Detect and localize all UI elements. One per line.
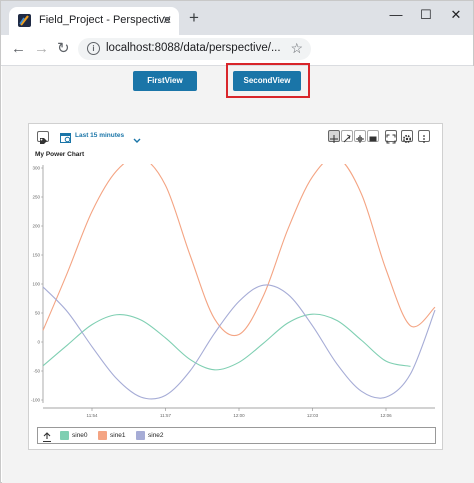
- chart-legend: sine0 sine1 sine2: [37, 427, 436, 444]
- forward-button[interactable]: →: [34, 40, 49, 58]
- url-text: localhost:8088/data/perspective/...: [106, 42, 281, 54]
- power-chart-plot[interactable]: 300 250 200 150 100 50 0 -50 -100 11:54 11:57 12:0…: [29, 164, 442, 424]
- site-info-icon[interactable]: i: [87, 42, 100, 55]
- tab-close-icon[interactable]: ✕: [162, 13, 172, 27]
- x-tick-label: 11:54: [87, 413, 98, 418]
- maximize-button[interactable]: ☐: [412, 5, 440, 25]
- pan-tool-icon[interactable]: [328, 130, 340, 143]
- legend-label-sine2: sine2: [148, 432, 164, 439]
- y-tick-label: 0: [37, 340, 40, 345]
- more-options-icon[interactable]: [418, 130, 430, 143]
- power-chart-card: Last 15 minutes My Power Chart 300 250 2…: [28, 123, 443, 450]
- tab-title: Field_Project - Perspective: [39, 14, 171, 26]
- reload-button[interactable]: ↻: [57, 40, 70, 58]
- fullscreen-icon[interactable]: [385, 130, 397, 144]
- y-tick-label: 200: [32, 224, 40, 229]
- x-tick-label: 11:57: [160, 413, 171, 418]
- chevron-down-icon[interactable]: [133, 131, 141, 149]
- browser-tab[interactable]: Field_Project - Perspective ✕: [9, 7, 179, 35]
- zoom-x-icon[interactable]: [341, 130, 353, 143]
- new-tab-button[interactable]: +: [189, 9, 199, 26]
- y-tick-label: 250: [32, 195, 40, 200]
- y-tick-label: 150: [32, 253, 40, 258]
- y-tick-label: -50: [33, 369, 40, 374]
- browser-window: Field_Project - Perspective ✕ + — ☐ ✕ ← …: [0, 0, 474, 483]
- address-bar[interactable]: i localhost:8088/data/perspective/... ☆: [78, 38, 311, 60]
- legend-swatch-sine2: [136, 431, 145, 440]
- x-tick-label: 12:06: [380, 413, 392, 418]
- address-toolbar: ← → ↻ i localhost:8088/data/perspective/…: [1, 35, 473, 66]
- box-zoom-icon[interactable]: [367, 130, 379, 142]
- back-button[interactable]: ←: [11, 40, 26, 58]
- perspective-favicon-icon: [18, 14, 31, 27]
- page-content: FirstView SecondView Last 15 minutes My …: [2, 63, 474, 483]
- y-tick-label: 100: [32, 282, 40, 287]
- bookmark-star-icon[interactable]: ☆: [290, 40, 303, 57]
- second-view-button[interactable]: SecondView: [233, 71, 301, 91]
- time-range-label[interactable]: Last 15 minutes: [75, 132, 124, 139]
- tag-icon[interactable]: [37, 131, 49, 144]
- y-tick-label: -100: [31, 398, 41, 403]
- legend-swatch-sine0: [60, 431, 69, 440]
- gear-icon[interactable]: [401, 130, 413, 144]
- export-icon[interactable]: [42, 430, 52, 448]
- tab-strip: Field_Project - Perspective ✕ + — ☐ ✕: [1, 1, 473, 35]
- close-window-button[interactable]: ✕: [442, 5, 470, 25]
- x-tick-label: 12:00: [233, 413, 245, 418]
- chart-title: My Power Chart: [35, 151, 85, 158]
- zoom-y-icon[interactable]: [354, 130, 366, 143]
- legend-label-sine0: sine0: [72, 432, 88, 439]
- legend-swatch-sine1: [98, 431, 107, 440]
- y-tick-label: 300: [32, 166, 40, 171]
- legend-label-sine1: sine1: [110, 432, 126, 439]
- minimize-button[interactable]: —: [382, 5, 410, 25]
- first-view-button[interactable]: FirstView: [133, 71, 197, 91]
- calendar-icon[interactable]: [60, 130, 71, 148]
- y-tick-label: 50: [35, 311, 41, 316]
- x-tick-label: 12:03: [307, 413, 319, 418]
